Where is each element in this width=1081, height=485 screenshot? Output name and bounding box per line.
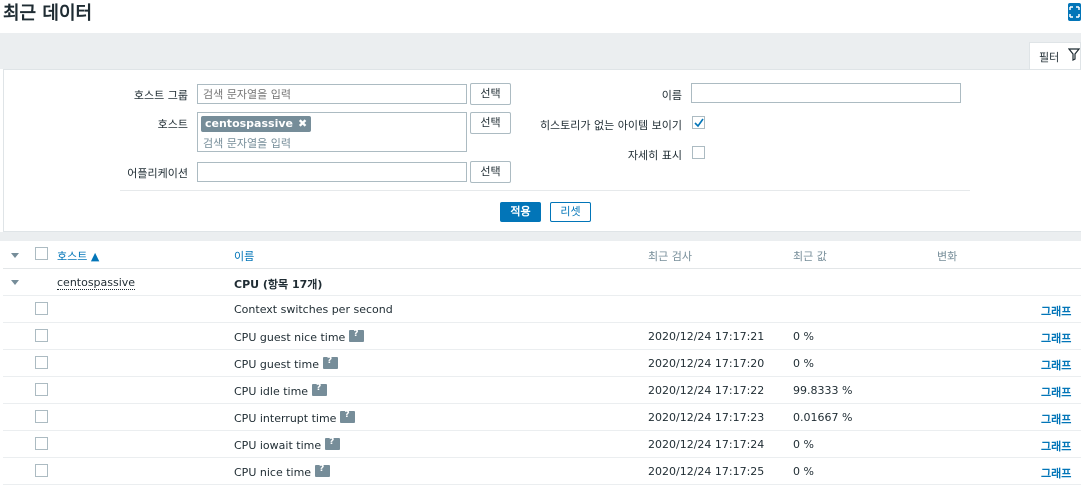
column-host[interactable]: 호스트 ▲ [57,248,99,264]
host-multiselect[interactable]: centospassive ✖ 검색 문자열을 입력 [197,112,467,152]
item-name: CPU interrupt time [234,412,337,425]
info-icon[interactable] [322,356,338,369]
graph-link[interactable]: 그래프 [1041,303,1071,319]
host-group-input[interactable] [197,84,467,104]
show-without-history-checkbox[interactable] [692,116,705,129]
item-name-cell: CPU interrupt time [234,410,356,425]
group-row [3,269,1081,296]
info-icon[interactable] [349,329,365,342]
item-name: CPU nice time [234,466,312,479]
table-row [3,404,1081,431]
host-placeholder: 검색 문자열을 입력 [203,137,291,150]
reset-button[interactable]: 리셋 [550,202,591,222]
fullscreen-icon [1069,6,1080,18]
last-check: 2020/12/24 17:17:20 [648,357,765,370]
group-host[interactable]: centospassive [57,276,136,290]
column-name[interactable]: 이름 [234,248,254,264]
collapse-group-icon[interactable] [11,280,19,285]
last-value: 0 % [793,438,814,451]
filter-bar [0,33,1081,69]
table-row [3,431,1081,458]
info-icon[interactable] [325,437,341,450]
row-checkbox[interactable] [35,464,48,477]
application-label: 어플리케이션 [127,167,188,180]
host-group-label: 호스트 그룹 [133,89,188,102]
item-name-cell: CPU idle time [234,383,328,398]
graph-link[interactable]: 그래프 [1041,330,1071,346]
table-header [3,241,1081,269]
show-details-label: 자세히 표시 [627,149,682,162]
last-check: 2020/12/24 17:17:23 [648,411,765,424]
last-check: 2020/12/24 17:17:24 [648,438,765,451]
graph-link[interactable]: 그래프 [1041,384,1071,400]
host-group-select-button[interactable]: 선택 [470,83,511,105]
column-last-value: 최근 값 [793,250,827,263]
filter-icon [1068,48,1080,61]
row-checkbox[interactable] [35,383,48,396]
column-change: 변화 [937,250,958,263]
item-name-cell: CPU guest nice time [234,329,365,344]
name-label: 이름 [661,89,682,102]
panel-gap [0,232,1081,241]
show-without-history-label: 히스토리가 없는 아이템 보이기 [539,119,682,132]
row-checkbox[interactable] [35,356,48,369]
graph-link[interactable]: 그래프 [1041,357,1071,373]
graph-link[interactable]: 그래프 [1041,438,1071,454]
last-check: 2020/12/24 17:17:25 [648,465,765,478]
last-value: 99.8333 % [793,384,853,397]
remove-tag-icon[interactable]: ✖ [298,117,307,130]
last-value: 0 % [793,357,814,370]
graph-link[interactable]: 그래프 [1041,411,1071,427]
item-name-cell: CPU nice time [234,464,331,479]
item-name: CPU guest time [234,358,319,371]
item-name: Context switches per second [234,303,393,316]
info-icon[interactable] [340,410,356,423]
last-check: 2020/12/24 17:17:21 [648,330,765,343]
fullscreen-button[interactable] [1068,3,1081,21]
item-name: CPU idle time [234,385,309,398]
select-all-checkbox[interactable] [35,247,48,260]
item-name: CPU iowait time [234,439,322,452]
filter-tab-label: 필터 [1039,51,1060,64]
last-value: 0 % [793,330,814,343]
info-icon[interactable] [312,383,328,396]
host-tag: centospassive ✖ [201,116,312,132]
row-checkbox[interactable] [35,410,48,423]
last-value: 0 % [793,465,814,478]
apply-button[interactable]: 적용 [500,202,541,222]
graph-link[interactable]: 그래프 [1041,465,1071,481]
group-name: CPU (항목 17개) [234,278,323,291]
table-row [3,350,1081,377]
filter-separator [120,190,970,191]
application-input[interactable] [197,162,467,182]
table-row [3,323,1081,350]
last-value: 0.01667 % [793,411,853,424]
table-row [3,296,1081,323]
item-name: CPU guest nice time [234,331,346,344]
row-checkbox[interactable] [35,302,48,315]
column-last-check: 최근 검사 [648,250,692,263]
page-title: 최근 데이터 [3,3,93,24]
show-details-checkbox[interactable] [692,146,705,159]
item-name-cell: CPU iowait time [234,437,341,452]
table-row [3,458,1081,485]
name-input[interactable] [691,83,961,103]
info-icon[interactable] [315,464,331,477]
row-checkbox[interactable] [35,437,48,450]
last-check: 2020/12/24 17:17:22 [648,384,765,397]
application-select-button[interactable]: 선택 [470,161,511,183]
item-name-cell: CPU guest time [234,356,338,371]
check-icon [694,118,704,128]
filter-tab[interactable]: 필터 [1029,42,1081,69]
collapse-all-icon[interactable] [11,253,19,258]
row-checkbox[interactable] [35,329,48,342]
host-label: 호스트 [157,118,188,131]
table-row [3,377,1081,404]
host-tag-label: centospassive [205,117,293,130]
